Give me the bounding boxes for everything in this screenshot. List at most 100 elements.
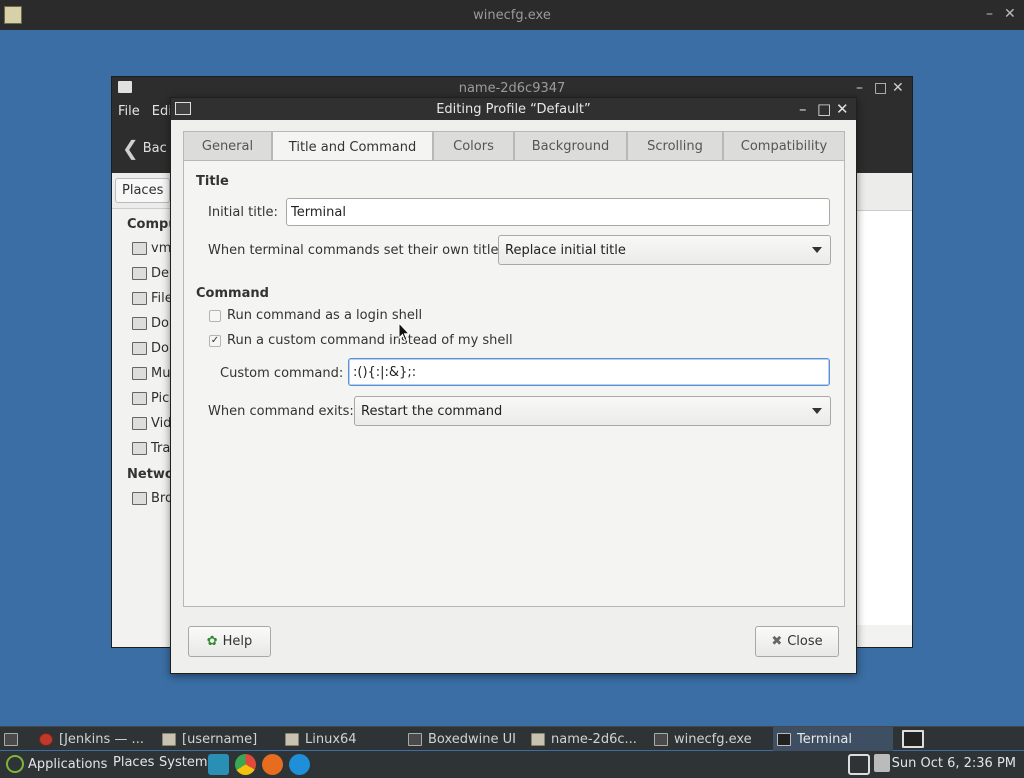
taskbar-item-label: winecfg.exe [674,731,752,747]
initial-title-input[interactable]: Terminal [286,198,830,226]
folder-icon [132,267,147,280]
sidebar-item-label: Mu [151,366,171,381]
terminal-icon [777,732,791,746]
folder-icon [132,342,147,355]
places-menu[interactable]: Places [113,755,154,770]
custom-command-input[interactable]: :(){:|:&};: [348,358,830,386]
close-icon[interactable]: ✕ [892,80,904,96]
dialog-title: Editing Profile “Default” [436,101,591,117]
system-menu-label: System [159,755,208,770]
tab-title-and-command[interactable]: Title and Command [272,131,433,162]
winecfg-title: winecfg.exe [473,7,551,23]
chrome-launcher-icon[interactable] [235,754,256,775]
volume-icon[interactable] [874,754,890,772]
folder-icon [132,317,147,330]
command-section-heading: Command [196,286,269,301]
sidebar-item-label: Vid [151,416,172,431]
file-icon [132,292,147,305]
taskbar-item-winecfg[interactable]: winecfg.exe [650,727,770,751]
taskbar-item-label: Boxedwine UI [428,731,516,747]
taskbar-item-linux64[interactable]: Linux64 [281,727,401,751]
network-icon [132,492,147,505]
help-button-label: Help [222,634,253,649]
own-titles-label: When terminal commands set their own tit… [208,243,510,258]
tab-background[interactable]: Background [514,131,627,161]
sidebar-item-label: Do [151,341,169,356]
maximize-icon[interactable]: □ [874,80,887,96]
chevron-down-icon [812,408,822,414]
back-arrow-icon[interactable]: ❮ [122,136,139,160]
dialog-titlebar[interactable]: Editing Profile “Default” – □ ✕ [171,98,856,120]
title-section-heading: Title [196,174,229,189]
chevron-down-icon [812,247,822,253]
applications-menu[interactable]: Applications [6,755,107,773]
wine-icon [4,6,22,24]
custom-command-check-label: Run a custom command instead of my shell [227,333,513,348]
menu-file[interactable]: File [118,104,140,119]
close-icon[interactable]: ✕ [836,100,849,118]
profile-dialog: Editing Profile “Default” – □ ✕ General … [170,97,857,674]
help-button[interactable]: ✿ Help [188,626,271,657]
sidebar-item-label: Tra [151,441,171,456]
tab-compatibility[interactable]: Compatibility [723,131,845,161]
tab-general[interactable]: General [183,131,272,161]
firefox-launcher-icon[interactable] [262,754,283,775]
applications-menu-label: Applications [28,756,108,772]
edge-launcher-icon[interactable] [289,754,310,775]
show-desktop-button[interactable] [0,727,30,751]
taskbar-item-boxedwine[interactable]: Boxedwine UI [404,727,524,751]
content-header [857,175,912,211]
terminal-icon [175,102,191,115]
window-icon [654,732,668,746]
close-button[interactable]: ✖ Close [755,626,839,657]
folder-icon [132,242,147,255]
login-shell-checkbox[interactable] [209,309,221,322]
window-icon [408,732,422,746]
minimize-icon[interactable]: – [799,100,807,118]
close-icon[interactable]: ✕ [1004,6,1016,22]
minimize-icon[interactable]: – [856,80,863,96]
login-shell-option[interactable]: Run command as a login shell [209,308,422,323]
close-icon: ✖ [771,634,783,649]
folder-icon [132,417,147,430]
taskbar-item-label: Linux64 [305,731,357,747]
taskbar-item-jenkins[interactable]: [Jenkins — ... [35,727,155,751]
vscode-launcher-icon[interactable] [208,754,229,775]
terminal-launcher-icon[interactable] [848,754,870,775]
sidebar-item-label: De [151,266,170,281]
minimize-icon[interactable]: – [986,6,993,22]
mouse-cursor-icon [398,322,410,342]
places-menu-label: Places [113,755,155,770]
command-exit-dropdown[interactable]: Restart the command [354,396,831,426]
desktop-icon [4,732,18,746]
top-panel: Applications Places System Sun Oct 6, 2:… [0,751,1024,778]
folder-icon [118,81,132,93]
maximize-icon[interactable]: □ [817,100,831,118]
tab-scrolling[interactable]: Scrolling [627,131,723,161]
sidebar-item-label: vm [151,241,172,256]
command-exit-label: When command exits: [208,404,354,419]
trash-icon [132,442,147,455]
clock[interactable]: Sun Oct 6, 2:36 PM [892,756,1016,771]
folder-icon [531,732,545,746]
winecfg-titlebar[interactable]: winecfg.exe – ✕ [0,0,1024,30]
own-titles-dropdown[interactable]: Replace initial title [498,235,831,265]
taskbar-item-username[interactable]: [username] [158,727,278,751]
command-exit-value: Restart the command [361,403,503,419]
back-button[interactable]: Bac [143,141,167,156]
custom-command-option[interactable]: ✓ Run a custom command instead of my she… [209,333,513,348]
sidebar-item-label: Do [151,316,169,331]
taskbar-item-name-folder[interactable]: name-2d6c... [527,727,647,751]
custom-command-checkbox[interactable]: ✓ [209,334,221,347]
places-button[interactable]: Places [115,178,171,203]
workspace-switcher[interactable] [898,727,928,751]
file-manager-titlebar[interactable]: name-2d6c9347 – □ ✕ [112,77,912,99]
taskbar-item-terminal[interactable]: Terminal [773,727,893,751]
menu-edit[interactable]: Edi [152,104,172,119]
tab-colors[interactable]: Colors [433,131,514,161]
taskbar-item-label: [username] [182,731,258,747]
window-list: [Jenkins — ... [username] Linux64 Boxedw… [0,726,1024,751]
system-menu[interactable]: System [159,755,207,770]
workspace-icon [902,730,924,748]
own-titles-value: Replace initial title [505,242,626,258]
